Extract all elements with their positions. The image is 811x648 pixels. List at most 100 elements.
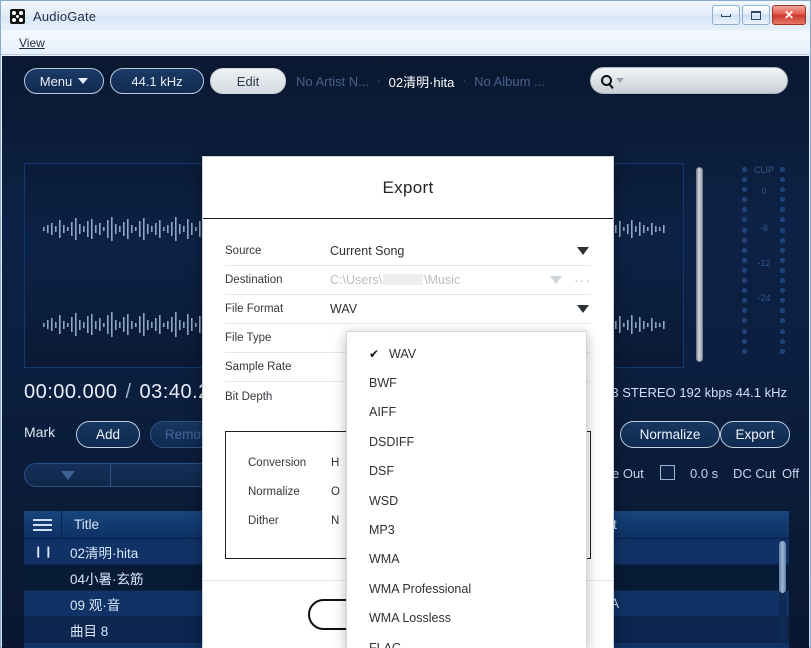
field-file-format-label: File Format <box>225 303 284 315</box>
fade-seconds-value[interactable]: 0.0 s <box>690 466 718 481</box>
meter-dot <box>780 197 785 203</box>
dropdown-option[interactable]: MP3 <box>347 515 586 544</box>
sample-rate-button[interactable]: 44.1 kHz <box>110 68 204 94</box>
dropdown-option-label: WMA Lossless <box>369 611 451 626</box>
dropdown-option-label: WSD <box>369 493 399 508</box>
dc-cut-value[interactable]: Off <box>782 466 799 481</box>
fade-combo-arrow-segment[interactable] <box>25 464 111 486</box>
menu-bar: View <box>1 31 810 55</box>
dropdown-option[interactable]: WMA Professional <box>347 574 586 603</box>
track-list-scrollbar[interactable] <box>779 541 786 643</box>
dropdown-option[interactable]: WMA <box>347 545 586 574</box>
chevron-down-icon[interactable] <box>577 247 589 255</box>
close-button[interactable]: ✕ <box>772 5 806 25</box>
field-destination-label: Destination <box>225 274 283 286</box>
summary-dither-value: N <box>331 514 340 527</box>
destination-path-redacted <box>383 274 424 285</box>
normalize-button[interactable]: Normalize <box>620 421 720 448</box>
menu-button[interactable]: Menu <box>24 68 104 94</box>
list-options-icon[interactable] <box>24 511 62 539</box>
meter-dot <box>780 187 785 193</box>
file-type-dropdown[interactable]: ✔ WAV BWF AIFF DSDIFF DSF WSD MP3 WMA WMA Profess… <box>346 331 587 648</box>
search-box[interactable] <box>590 67 788 94</box>
meter-dot <box>780 318 785 324</box>
browse-button[interactable]: ··· <box>574 272 591 288</box>
dropdown-option-label: DSDIFF <box>369 434 415 449</box>
meter-dot <box>742 217 747 223</box>
meter-dot <box>780 267 785 273</box>
meter-dot <box>742 247 747 253</box>
dropdown-option[interactable]: AIFF <box>347 398 586 427</box>
dropdown-option-label: WMA Professional <box>369 581 472 596</box>
time-separator: / <box>125 381 132 403</box>
total-duration: 03:40.2 <box>139 381 210 403</box>
fade-out-checkbox[interactable] <box>660 465 675 480</box>
file-info-text: P3 STEREO 192 kbps 44.1 kHz <box>602 385 787 400</box>
meter-dot <box>742 227 747 233</box>
meter-label-6: -6 <box>759 223 768 233</box>
dropdown-option[interactable]: WSD <box>347 486 586 515</box>
summary-normalize-value: O <box>331 485 340 498</box>
meter-scale-labels: CLIP 0 -6 -12 -24 <box>748 163 780 368</box>
window-controls: ✕ <box>712 5 806 25</box>
current-position: 00:00.000 <box>24 381 118 403</box>
meter-dot <box>780 288 785 294</box>
menu-item-view[interactable]: View <box>11 34 53 52</box>
chevron-down-icon[interactable] <box>577 305 589 313</box>
dropdown-option[interactable]: FLAC <box>347 633 586 648</box>
audiogate-window: AudioGate ✕ View Menu 44.1 kHz Edit No A… <box>0 0 811 648</box>
summary-normalize-label: Normalize <box>248 485 300 498</box>
dropdown-option-label: DSF <box>369 464 394 479</box>
field-destination[interactable]: Destination C:\Users\ \Music ··· <box>225 266 591 295</box>
edit-button-label: Edit <box>236 73 260 89</box>
meter-dot <box>780 257 785 263</box>
menu-item-view-label: View <box>19 35 45 50</box>
meter-dot <box>742 207 747 213</box>
title-bar: AudioGate ✕ <box>1 1 810 31</box>
search-icon <box>601 75 612 86</box>
field-sample-rate-label: Sample Rate <box>225 361 292 373</box>
album-name: No Album ... <box>474 73 545 89</box>
minimize-button[interactable] <box>712 5 740 25</box>
scrollbar-thumb[interactable] <box>779 541 786 593</box>
volume-slider[interactable] <box>696 167 703 362</box>
dc-cut-label: DC Cut <box>733 466 776 481</box>
dropdown-option[interactable]: DSDIFF <box>347 427 586 456</box>
meter-dot <box>742 348 747 354</box>
dropdown-option-label: AIFF <box>369 405 397 420</box>
chevron-down-icon[interactable] <box>616 78 624 83</box>
meter-dot <box>742 298 747 304</box>
dropdown-option[interactable]: WMA Lossless <box>347 604 586 633</box>
field-destination-value: C:\Users\ \Music <box>330 273 550 287</box>
meter-dot <box>780 348 785 354</box>
meter-dot <box>742 338 747 344</box>
menu-button-label: Menu <box>39 73 73 89</box>
add-button-label: Add <box>95 427 121 442</box>
edit-button[interactable]: Edit <box>210 68 286 94</box>
meter-column-right <box>780 167 786 359</box>
export-dialog-header: Export <box>203 157 613 219</box>
destination-path-prefix: C:\Users\ <box>330 273 383 287</box>
destination-path-suffix: \Music <box>424 273 461 287</box>
normalize-button-label: Normalize <box>639 427 701 442</box>
field-file-format[interactable]: File Format WAV <box>225 295 591 324</box>
meter-dot <box>742 328 747 334</box>
field-source[interactable]: Source Current Song <box>225 237 591 266</box>
export-button-label: Export <box>735 427 775 442</box>
summary-conversion-value: H <box>331 456 340 469</box>
dropdown-option[interactable]: BWF <box>347 368 586 397</box>
dropdown-option[interactable]: DSF <box>347 457 586 486</box>
meter-label-12: -12 <box>757 258 771 268</box>
meter-label-0: 0 <box>761 186 767 196</box>
meter-dot <box>742 278 747 284</box>
dropdown-option[interactable]: ✔ WAV <box>347 339 586 368</box>
add-mark-button[interactable]: Add <box>76 421 140 448</box>
maximize-button[interactable] <box>742 5 770 25</box>
check-icon: ✔ <box>369 346 380 361</box>
field-source-label: Source <box>225 245 262 257</box>
export-button[interactable]: Export <box>720 421 790 448</box>
meter-dot <box>742 288 747 294</box>
field-bit-depth-label: Bit Depth <box>225 390 273 403</box>
meter-dot <box>780 207 785 213</box>
chevron-down-icon[interactable] <box>550 276 562 284</box>
